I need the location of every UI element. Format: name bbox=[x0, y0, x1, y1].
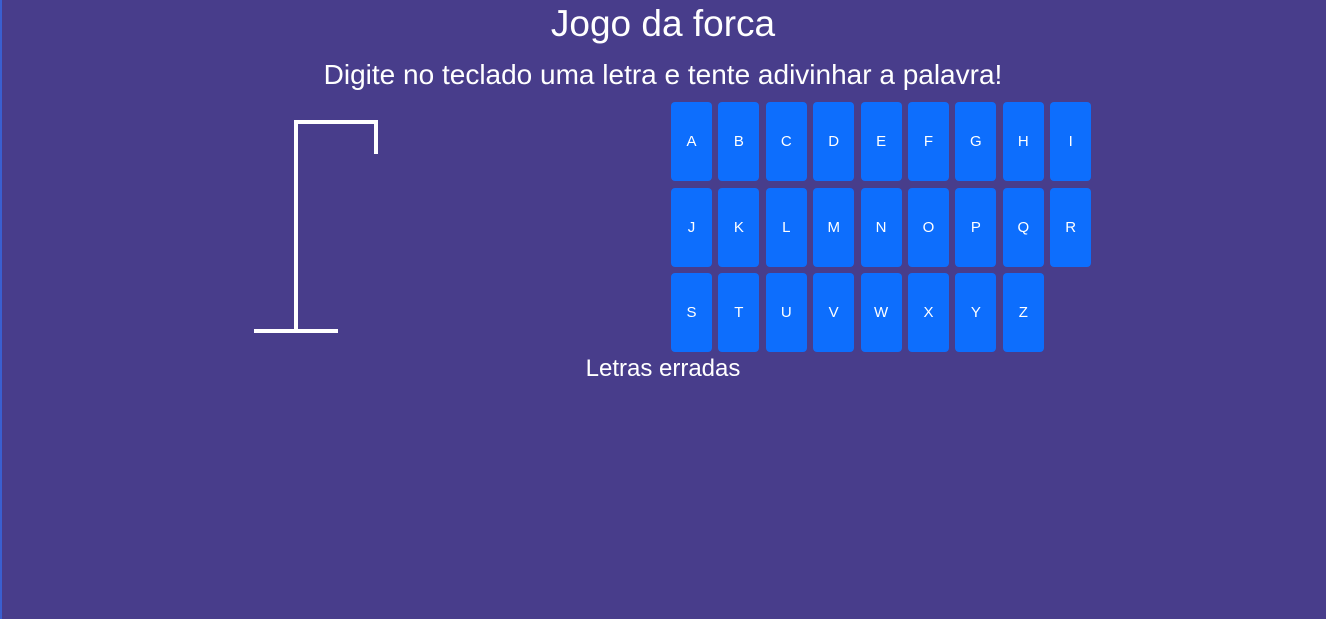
letter-key-b[interactable]: B bbox=[718, 102, 760, 181]
letter-key-m[interactable]: M bbox=[813, 187, 855, 267]
letter-key-f[interactable]: F bbox=[908, 102, 949, 181]
letter-key-n[interactable]: N bbox=[860, 187, 902, 267]
letter-key-t[interactable]: T bbox=[718, 273, 760, 352]
letter-key-o[interactable]: O bbox=[908, 187, 949, 267]
letter-key-l[interactable]: L bbox=[765, 187, 807, 267]
letter-key-j[interactable]: J bbox=[671, 187, 712, 267]
letter-key-w[interactable]: W bbox=[860, 273, 902, 352]
letter-key-x[interactable]: X bbox=[908, 273, 949, 352]
letter-key-c[interactable]: C bbox=[765, 102, 807, 181]
wrong-letters-label: Letras erradas bbox=[585, 355, 741, 382]
letter-key-z[interactable]: Z bbox=[1002, 273, 1044, 352]
letter-key-p[interactable]: P bbox=[955, 187, 997, 267]
gallows-drawing bbox=[254, 120, 378, 333]
letter-key-y[interactable]: Y bbox=[955, 273, 997, 352]
letter-key-v[interactable]: V bbox=[813, 273, 855, 352]
letter-key-u[interactable]: U bbox=[765, 273, 807, 352]
letter-key-k[interactable]: K bbox=[718, 187, 760, 267]
letter-key-a[interactable]: A bbox=[671, 102, 712, 181]
page-title: Jogo da forca bbox=[550, 3, 776, 44]
window-edge bbox=[0, 0, 2, 619]
letter-key-h[interactable]: H bbox=[1002, 102, 1044, 181]
letter-key-d[interactable]: D bbox=[813, 102, 855, 181]
letter-key-e[interactable]: E bbox=[860, 102, 902, 181]
letter-key-i[interactable]: I bbox=[1050, 102, 1092, 181]
instructions-text: Digite no teclado uma letra e tente adiv… bbox=[323, 59, 1003, 90]
letter-key-r[interactable]: R bbox=[1050, 187, 1092, 267]
letter-key-q[interactable]: Q bbox=[1002, 187, 1044, 267]
letter-key-g[interactable]: G bbox=[955, 102, 997, 181]
letter-key-s[interactable]: S bbox=[671, 273, 712, 352]
